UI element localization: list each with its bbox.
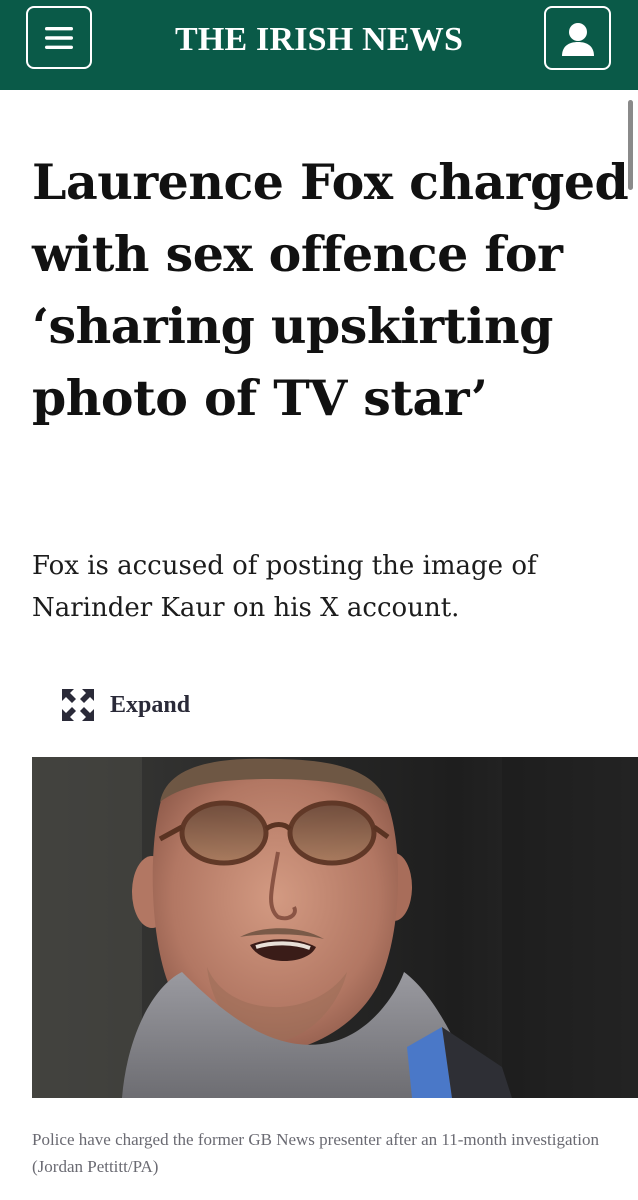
top-bar: THE IRISH NEWS <box>0 0 638 90</box>
article-headline: Laurence Fox charged with sex offence fo… <box>32 153 629 427</box>
menu-button[interactable] <box>26 6 92 69</box>
article-standfirst: Fox is accused of posting the image of N… <box>32 551 537 623</box>
hamburger-menu-icon <box>45 27 73 49</box>
expand-label: Expand <box>110 691 191 718</box>
article-photo[interactable] <box>32 757 638 1098</box>
expand-arrows-icon <box>62 689 94 721</box>
site-masthead[interactable]: THE IRISH NEWS <box>100 20 538 60</box>
account-button[interactable] <box>544 6 611 70</box>
image-caption: Police have charged the former GB News p… <box>32 1130 599 1176</box>
user-account-icon <box>562 23 594 56</box>
expand-image-button[interactable]: Expand <box>60 685 190 725</box>
